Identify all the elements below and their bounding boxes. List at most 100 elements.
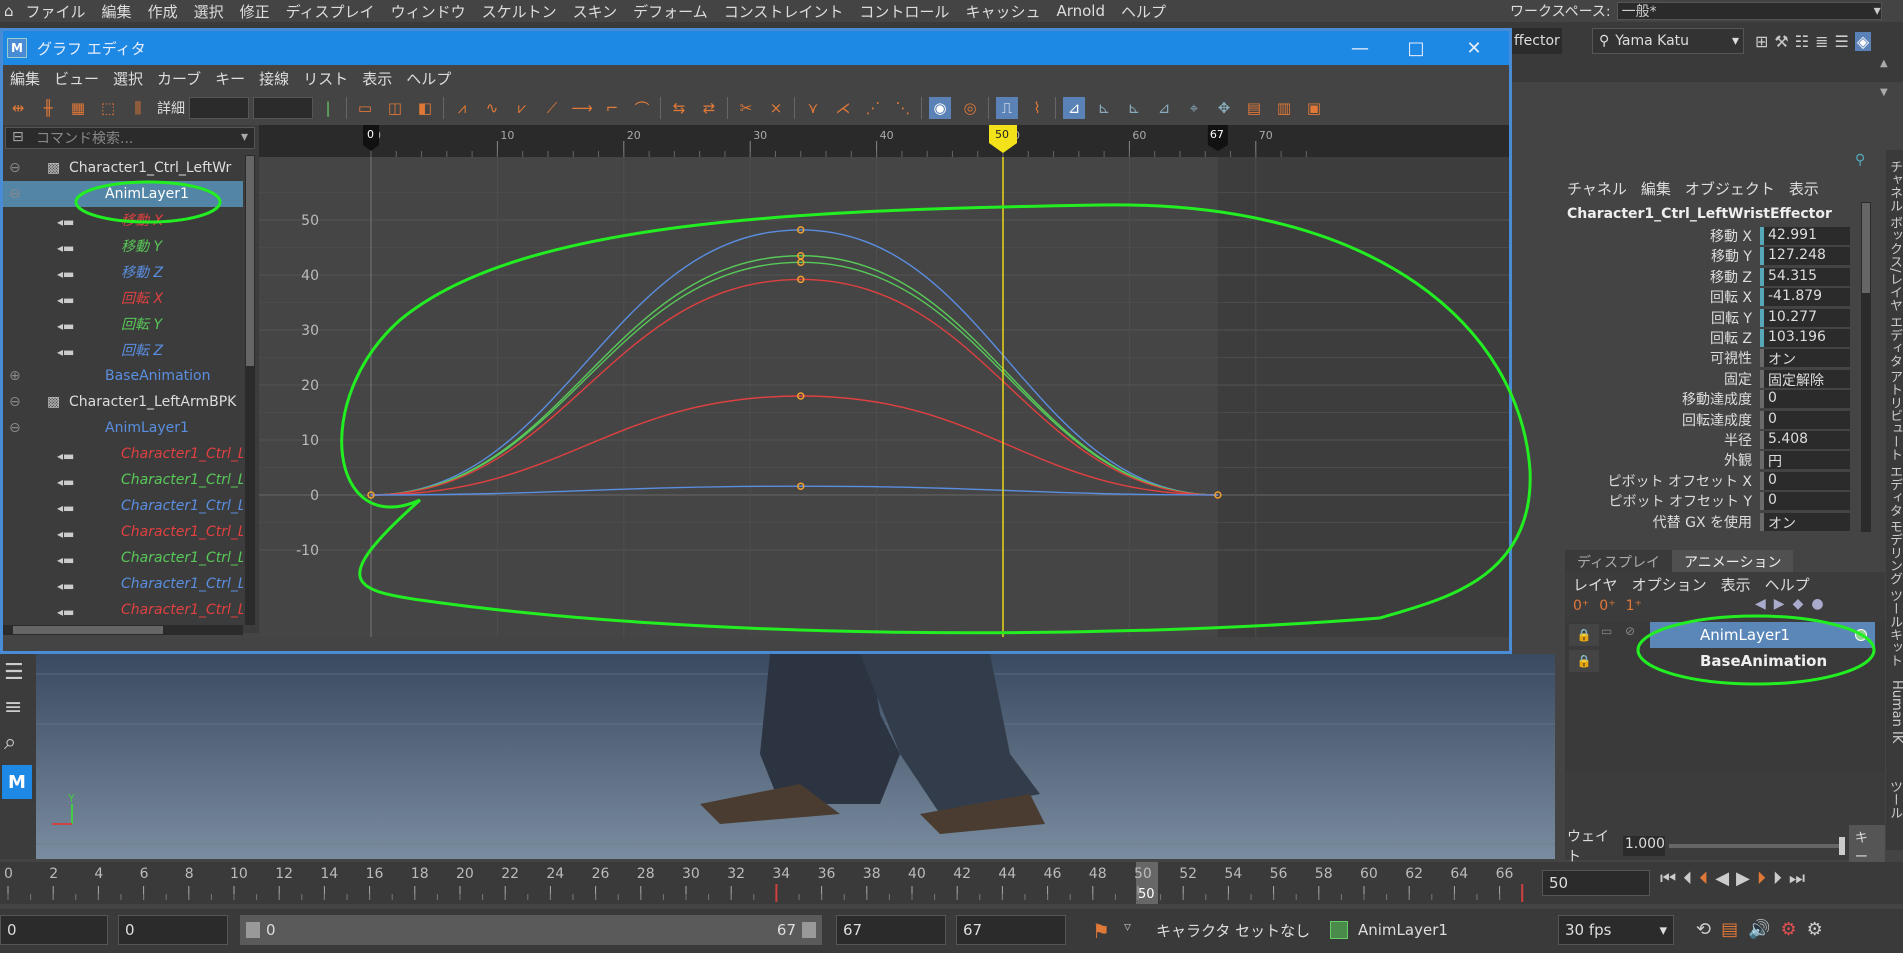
cache-icon[interactable]: ▤: [1721, 919, 1738, 940]
graph-view[interactable]: 50 40 30 20 10 0 -10: [259, 157, 1509, 637]
step-tangent-icon[interactable]: ⌐: [601, 97, 623, 119]
outliner-curve[interactable]: ◂▬ 移動 Z: [3, 259, 243, 285]
channel-row[interactable]: ピボット オフセット Y 0: [1555, 491, 1875, 511]
outliner-curve[interactable]: ◂▬ Character1_Ctrl_Le: [3, 467, 243, 493]
modeling-toolkit-icon[interactable]: ☷: [1795, 32, 1809, 51]
menu-display[interactable]: ディスプレイ: [278, 1, 383, 22]
channel-value[interactable]: 5.408: [1760, 431, 1850, 449]
outliner-node[interactable]: ⊖ ▩ Character1_Ctrl_LeftWr: [3, 155, 243, 181]
channel-value[interactable]: -41.879: [1760, 288, 1850, 307]
channel-scroll[interactable]: [1861, 202, 1871, 532]
tab-human-ik[interactable]: Human IK: [1886, 680, 1903, 743]
channel-value[interactable]: 54.315: [1760, 267, 1850, 286]
move-layer-icon[interactable]: ◆: [1793, 596, 1804, 612]
menu-constraint[interactable]: コンストレイント: [716, 1, 852, 22]
loop-icon[interactable]: ⟲: [1696, 919, 1711, 940]
go-to-start-icon[interactable]: ⏮: [1660, 868, 1676, 889]
outliner-curve[interactable]: ◂▬ 回転 Z: [3, 337, 243, 363]
post-infinity-icon[interactable]: ⊾: [1123, 97, 1145, 119]
next-layer-icon[interactable]: ▶: [1774, 596, 1785, 612]
command-search-input[interactable]: コマンド検索... ▾ ⊟: [5, 127, 255, 149]
range-slider[interactable]: 0 67: [240, 915, 822, 945]
tab-animation-layers[interactable]: アニメーション: [1672, 550, 1794, 572]
scroll-thumb[interactable]: [246, 156, 254, 366]
outliner-vscroll[interactable]: [245, 155, 255, 625]
step-back-key-icon[interactable]: ⏴: [1699, 868, 1708, 889]
cb-menu-edit[interactable]: 編集: [1641, 178, 1671, 199]
outliner-curve[interactable]: ◂▬ Character1_Ctrl_Le: [3, 571, 243, 597]
tool-settings-icon[interactable]: ⚒: [1774, 32, 1788, 51]
spline-tangent-icon[interactable]: ∿: [481, 97, 503, 119]
stats-value-field[interactable]: [253, 97, 313, 119]
channel-row[interactable]: 移動 X 42.991: [1555, 226, 1875, 246]
normalize-icon[interactable]: ⎍: [996, 97, 1018, 119]
layer-row-animlayer1[interactable]: AnimLayer1: [1650, 622, 1875, 648]
channel-row[interactable]: 可視性 オン: [1555, 348, 1875, 368]
weight-value-field[interactable]: 1.000: [1622, 836, 1665, 856]
menu-skeleton[interactable]: スケルトン: [474, 1, 565, 22]
play-forwards-icon[interactable]: ▶: [1736, 868, 1750, 889]
menu-arnold[interactable]: Arnold: [1048, 2, 1113, 20]
channel-row[interactable]: 代替 GX を使用 オン: [1555, 512, 1875, 532]
frame-playback-icon[interactable]: ◧: [414, 97, 436, 119]
menu-skin[interactable]: スキン: [565, 1, 626, 22]
list-icon[interactable]: ≡: [4, 695, 32, 720]
frame-selection-icon[interactable]: ◫: [384, 97, 406, 119]
play-backwards-icon[interactable]: ◀: [1715, 868, 1729, 889]
solo-icon[interactable]: ▭: [1601, 624, 1621, 646]
auto-load-icon[interactable]: ⋱: [892, 97, 914, 119]
collapse-icon[interactable]: ⊖: [9, 394, 21, 410]
step-forward-frame-icon[interactable]: ⏵: [1773, 868, 1782, 889]
clamped-tangent-icon[interactable]: ⩗: [511, 97, 533, 119]
channel-row[interactable]: 移動 Z 54.315: [1555, 267, 1875, 287]
outliner-curve[interactable]: ◂▬ Character1_Ctrl_Le: [3, 597, 243, 623]
retime-icon[interactable]: ⫼: [127, 97, 149, 119]
channel-row[interactable]: 回転 Z 103.196: [1555, 328, 1875, 348]
outliner-curve[interactable]: ◂▬ Character1_Ctrl_Le: [3, 441, 243, 467]
ge-menu-edit[interactable]: 編集: [3, 68, 47, 89]
move-key-icon[interactable]: ⇹: [7, 97, 29, 119]
flat-tangent-icon[interactable]: ⟶: [571, 97, 593, 119]
current-frame-field[interactable]: 50: [1542, 870, 1650, 896]
value-snap-icon[interactable]: ◎: [959, 97, 981, 119]
weight-slider[interactable]: [1668, 837, 1845, 855]
cb-menu-object[interactable]: オブジェクト: [1685, 178, 1775, 199]
lock-tangent-weight-icon[interactable]: ⋌: [832, 97, 854, 119]
tab-modeling-toolkit[interactable]: モデリング ツールキット: [1886, 520, 1903, 667]
collapse-icon[interactable]: ⊖: [9, 186, 21, 202]
prev-layer-icon[interactable]: ◀: [1755, 596, 1766, 612]
tab-tools[interactable]: ツール: [1886, 780, 1903, 819]
channel-value[interactable]: 固定解除: [1760, 369, 1850, 389]
auto-key-icon[interactable]: ⚑: [1092, 919, 1110, 943]
slider-handle[interactable]: [1838, 837, 1845, 855]
maximize-icon[interactable]: □: [1403, 35, 1429, 61]
channel-value[interactable]: 10.277: [1760, 308, 1850, 327]
scene-start-field[interactable]: 0: [0, 915, 108, 945]
stats-frame-field[interactable]: [189, 97, 249, 119]
anim-layer-field[interactable]: AnimLayer1: [1352, 915, 1532, 945]
move-icon[interactable]: ✥: [1213, 97, 1235, 119]
cb-menu-show[interactable]: 表示: [1789, 178, 1819, 199]
auto-tangent-icon[interactable]: ⩘: [451, 97, 473, 119]
magnifier-icon[interactable]: ⌕: [4, 730, 32, 755]
outliner-layer[interactable]: ⊕ BaseAnimation: [3, 363, 243, 389]
menu-select[interactable]: 選択: [186, 1, 232, 22]
app-home-icon[interactable]: ⌂: [0, 2, 18, 20]
le-menu-show[interactable]: 表示: [1721, 574, 1751, 595]
outliner-toggle-icon[interactable]: ☰: [4, 660, 32, 685]
ge-menu-view[interactable]: ビュー: [47, 68, 106, 89]
weight-key-button[interactable]: キー: [1848, 825, 1885, 867]
tab-display-layers[interactable]: ディスプレイ: [1565, 550, 1673, 572]
channel-row[interactable]: 移動達成度 0: [1555, 389, 1875, 409]
graph-time-ruler[interactable]: 01020304050607006750: [259, 125, 1509, 157]
graph-editor-titlebar[interactable]: M グラフ エディタ — □ ✕: [3, 31, 1509, 65]
scroll-thumb[interactable]: [13, 626, 163, 634]
channel-value[interactable]: オン: [1760, 512, 1850, 532]
anim-prefs-icon[interactable]: ⚙: [1781, 919, 1797, 940]
channel-row[interactable]: 半径 5.408: [1555, 430, 1875, 450]
channel-value[interactable]: 円: [1760, 451, 1850, 470]
pin-icon[interactable]: ⌖: [1183, 97, 1205, 119]
layers-icon[interactable]: ◈: [1854, 31, 1872, 51]
outliner-layer[interactable]: ⊖ AnimLayer1: [3, 415, 243, 441]
effector-field[interactable]: ffector: [1512, 28, 1562, 54]
